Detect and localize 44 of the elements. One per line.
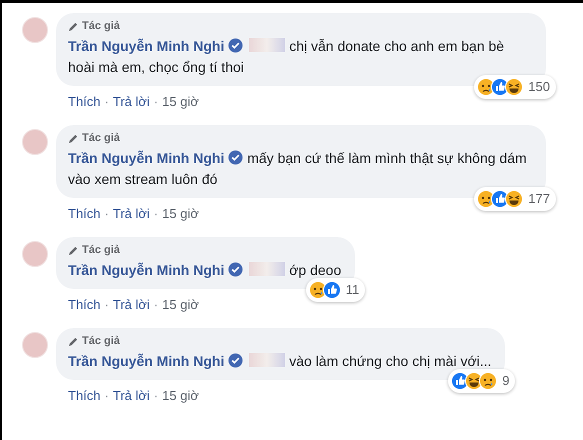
comment-text: Trần Nguyễn Minh Nghi vào làm chứng cho chị mài với...	[68, 352, 492, 371]
timestamp: 15 giờ	[162, 204, 199, 223]
separator-dot: ·	[104, 386, 109, 404]
pen-icon	[68, 20, 79, 32]
author-link[interactable]: Trần Nguyễn Minh Nghi	[68, 150, 224, 166]
timestamp: 15 giờ	[162, 296, 199, 314]
pen-icon	[68, 244, 79, 256]
reaction-summary[interactable]: 177	[474, 187, 556, 210]
action-link[interactable]: Trả lời	[112, 294, 150, 314]
avatar[interactable]	[22, 241, 48, 267]
avatar[interactable]	[22, 129, 48, 155]
comment-text: Trần Nguyễn Minh Nghi ớp deoo	[68, 260, 342, 280]
timestamp: 15 giờ	[162, 92, 199, 111]
separator-dot: ·	[104, 92, 109, 110]
action-link[interactable]: Trả lời	[112, 204, 150, 223]
author-label: Tác giả	[82, 243, 120, 258]
pen-icon	[68, 132, 79, 144]
separator-dot: ·	[154, 204, 158, 222]
avatar[interactable]	[22, 332, 48, 358]
comment-text: Trần Nguyễn Minh Nghi mấy bạn cứ thế làm mình thật sự không dám vào xem stream luôn đó	[68, 148, 528, 188]
separator-dot: ·	[154, 92, 158, 110]
author-label: Tác giả	[82, 334, 120, 349]
action-link[interactable]: Trả lời	[112, 92, 150, 111]
reaction-summary[interactable]: 11	[306, 278, 366, 302]
separator-dot: ·	[154, 296, 158, 314]
author-link[interactable]: Trần Nguyễn Minh Nghi	[68, 38, 224, 54]
separator-dot: ·	[104, 204, 109, 222]
action-link[interactable]: Thích	[68, 386, 101, 405]
action-link[interactable]: Thích	[68, 294, 101, 314]
author-label: Tác giả	[82, 19, 120, 34]
action-link[interactable]: Trả lời	[112, 386, 150, 405]
avatar[interactable]	[22, 17, 48, 43]
action-link[interactable]: Thích	[68, 204, 101, 223]
author-label: Tác giả	[82, 131, 120, 146]
reaction-summary[interactable]: 9	[448, 369, 516, 392]
separator-dot: ·	[154, 386, 158, 404]
pen-icon	[68, 336, 79, 347]
author-link[interactable]: Trần Nguyễn Minh Nghi	[68, 352, 224, 368]
reaction-summary[interactable]: 150	[474, 75, 556, 98]
timestamp: 15 giờ	[162, 386, 199, 405]
separator-dot: ·	[104, 296, 109, 314]
author-link[interactable]: Trần Nguyễn Minh Nghi	[68, 262, 224, 278]
comment-text: Trần Nguyễn Minh Nghi chị vẫn donate cho anh em bạn bè hoài mà em, chọc ổng tí thoi	[68, 36, 506, 77]
action-link[interactable]: Thích	[68, 92, 101, 111]
